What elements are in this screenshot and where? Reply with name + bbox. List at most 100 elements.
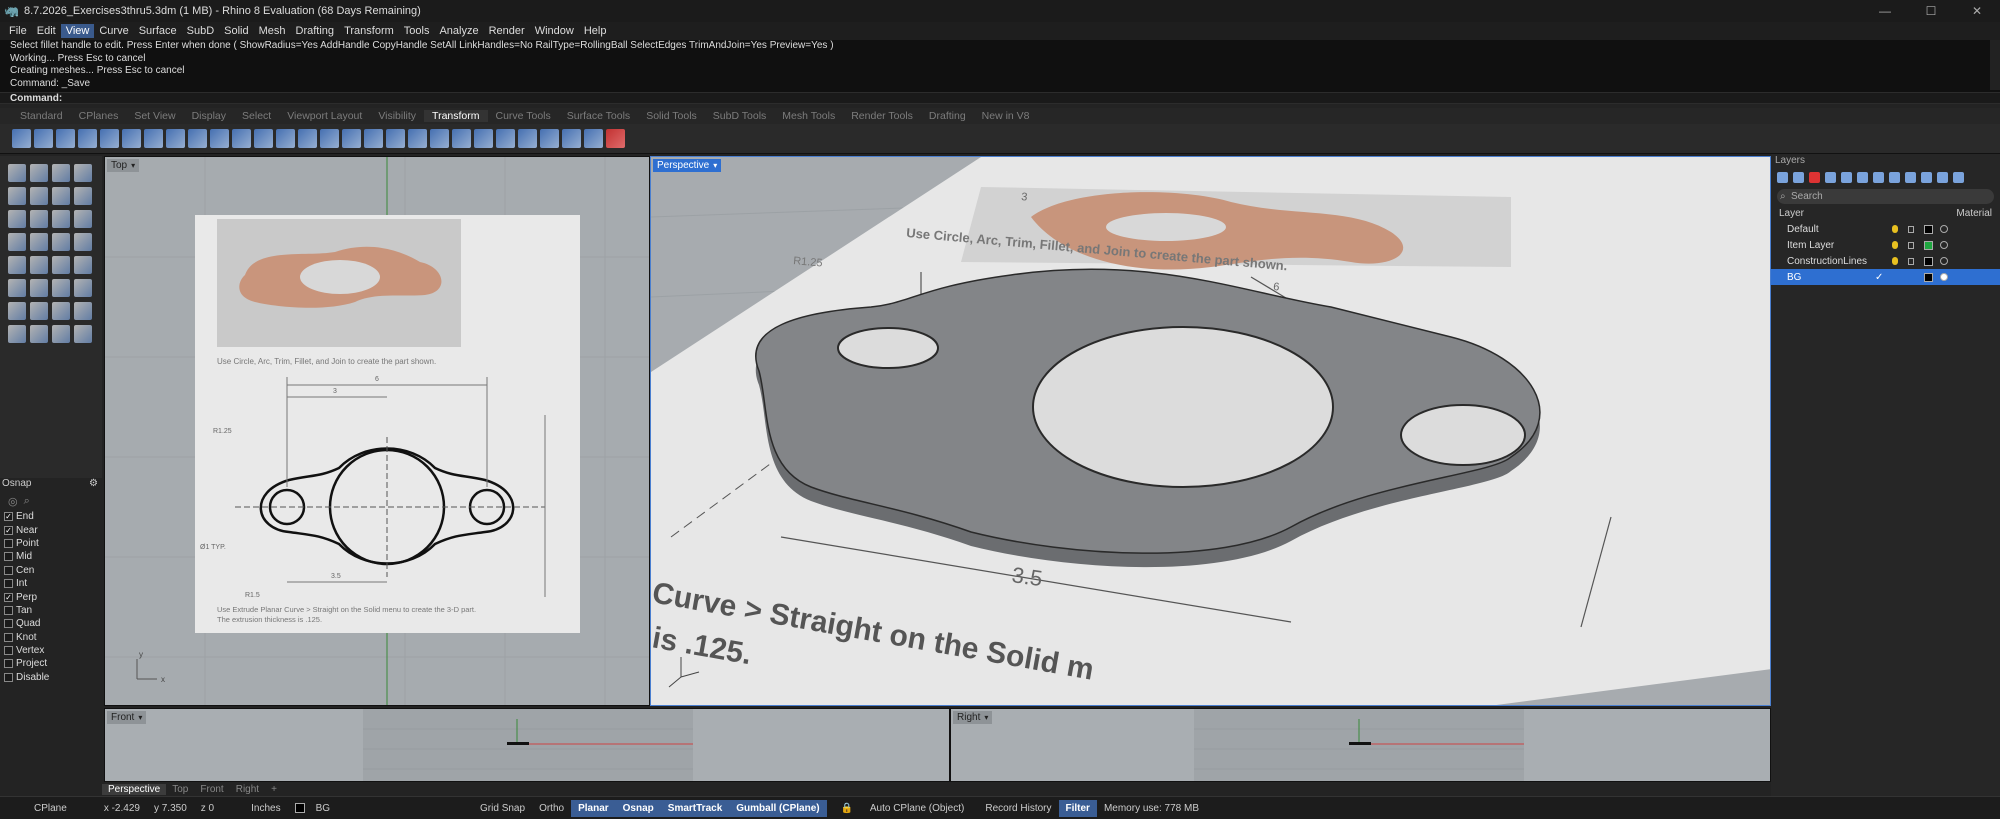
menu-help[interactable]: Help <box>579 24 612 38</box>
gumball-icon[interactable] <box>562 129 581 148</box>
bend-icon[interactable] <box>188 129 207 148</box>
gear-icon[interactable]: ⚙ <box>89 478 98 492</box>
rotate-icon[interactable] <box>56 129 75 148</box>
new-layer-icon[interactable] <box>1777 171 1788 183</box>
menu-solid[interactable]: Solid <box>219 24 253 38</box>
tab-solid-tools[interactable]: Solid Tools <box>638 110 705 122</box>
extrude-icon[interactable] <box>30 233 48 251</box>
tab-subd-tools[interactable]: SubD Tools <box>705 110 775 122</box>
checkbox[interactable] <box>4 632 13 642</box>
menu-view[interactable]: View <box>60 24 95 38</box>
move-down-icon[interactable] <box>1857 171 1868 183</box>
soft-move-icon[interactable] <box>430 129 449 148</box>
menu-mesh[interactable]: Mesh <box>254 24 291 38</box>
osnap-item[interactable]: Point <box>0 537 102 550</box>
add-viewport-icon[interactable]: + <box>265 784 283 795</box>
layer-row-bg[interactable]: BG ✓ <box>1771 269 2000 285</box>
vptab-perspective[interactable]: Perspective <box>102 783 167 795</box>
maximize-button[interactable]: ☐ <box>1908 0 1954 22</box>
chevron-down-icon[interactable]: ▾ <box>984 711 988 724</box>
tab-select[interactable]: Select <box>234 110 279 122</box>
planar-toggle[interactable]: Planar <box>571 799 616 817</box>
tab-standard[interactable]: Standard <box>12 110 71 122</box>
bulb-icon[interactable] <box>1892 257 1898 265</box>
sporph-icon[interactable] <box>474 129 493 148</box>
minimize-button[interactable]: — <box>1862 0 1908 22</box>
osnap-item[interactable]: Disable <box>0 671 102 684</box>
checkbox[interactable] <box>4 619 13 629</box>
menu-surface[interactable]: Surface <box>134 24 182 38</box>
layer-search[interactable]: ⌕ Search <box>1777 189 1994 204</box>
menu-drafting[interactable]: Drafting <box>291 24 340 38</box>
menu-subd[interactable]: SubD <box>182 24 220 38</box>
osnap-item[interactable]: ✓ Near <box>0 523 102 536</box>
project-icon[interactable] <box>364 129 383 148</box>
color-swatch[interactable] <box>1924 240 1933 250</box>
checkbox[interactable] <box>4 538 13 548</box>
move-up-icon[interactable] <box>1841 171 1852 183</box>
cplane-label[interactable]: CPlane <box>0 803 74 814</box>
box-edit-icon[interactable] <box>540 129 559 148</box>
join-icon[interactable] <box>30 302 48 320</box>
material-icon[interactable] <box>1940 225 1948 233</box>
checkbox[interactable] <box>4 579 13 589</box>
osnap-toggle[interactable]: Osnap <box>615 799 661 817</box>
loft-icon[interactable] <box>52 233 70 251</box>
analyze-icon[interactable] <box>30 325 48 343</box>
menu-analyze[interactable]: Analyze <box>434 24 483 38</box>
record-history-toggle[interactable]: Record History <box>978 803 1058 814</box>
checkbox[interactable] <box>4 565 13 575</box>
move-left-icon[interactable] <box>1873 171 1884 183</box>
unroll-icon[interactable] <box>606 129 625 148</box>
group-icon[interactable] <box>74 302 92 320</box>
autocplane-toggle[interactable]: 🔒 Auto CPlane (Object) <box>827 803 979 814</box>
ellipse-icon[interactable] <box>30 187 48 205</box>
offset-curve-icon[interactable] <box>74 210 92 228</box>
command-prompt[interactable]: Command: <box>0 92 2000 104</box>
copy-icon[interactable] <box>34 129 53 148</box>
color-swatch[interactable] <box>1924 272 1933 282</box>
array-polar-icon[interactable] <box>276 129 295 148</box>
point-icon[interactable] <box>30 164 48 182</box>
rectangle-icon[interactable] <box>74 187 92 205</box>
select-icon[interactable] <box>8 164 26 182</box>
filter-toggle[interactable]: Filter <box>1058 799 1097 817</box>
eye-icon[interactable]: ◎ <box>8 495 18 508</box>
copy-layer-icon[interactable] <box>1825 171 1836 183</box>
array-icon[interactable] <box>254 129 273 148</box>
fillet-curves-icon[interactable] <box>52 210 70 228</box>
viewport-label-right[interactable]: Right ▾ <box>953 711 993 724</box>
properties-icon[interactable] <box>52 325 70 343</box>
history-scrollbar[interactable] <box>1990 40 2000 90</box>
scale-icon[interactable] <box>78 129 97 148</box>
osnap-item[interactable]: Mid <box>0 550 102 563</box>
sphere-icon[interactable] <box>30 256 48 274</box>
cylinder-icon[interactable] <box>52 256 70 274</box>
material-icon[interactable] <box>1940 241 1948 249</box>
osnap-item[interactable]: Tan <box>0 604 102 617</box>
distribute-icon[interactable] <box>320 129 339 148</box>
checkbox[interactable]: ✓ <box>4 592 13 602</box>
tab-cplanes[interactable]: CPlanes <box>71 110 127 122</box>
cage-edit-icon[interactable] <box>408 129 427 148</box>
maelstrom-icon[interactable] <box>518 129 537 148</box>
ortho-toggle[interactable]: Ortho <box>532 803 571 814</box>
vptab-right[interactable]: Right <box>230 784 265 795</box>
osnap-item[interactable]: Vertex <box>0 644 102 657</box>
explode-icon[interactable] <box>52 302 70 320</box>
tab-mesh-tools[interactable]: Mesh Tools <box>774 110 843 122</box>
menu-render[interactable]: Render <box>484 24 530 38</box>
checkbox[interactable]: ✓ <box>4 525 13 535</box>
checkbox[interactable] <box>4 659 13 669</box>
array-icon[interactable] <box>8 325 26 343</box>
move-icon[interactable] <box>12 129 31 148</box>
tab-transform[interactable]: Transform <box>424 110 488 122</box>
revolve-icon[interactable] <box>74 233 92 251</box>
boolean-icon[interactable] <box>74 256 92 274</box>
vptab-top[interactable]: Top <box>166 784 194 795</box>
split-icon[interactable] <box>8 302 26 320</box>
surface-icon[interactable] <box>8 233 26 251</box>
new-sublayer-icon[interactable] <box>1793 171 1804 183</box>
tab-visibility[interactable]: Visibility <box>370 110 424 122</box>
filter-icon[interactable] <box>1905 171 1916 183</box>
